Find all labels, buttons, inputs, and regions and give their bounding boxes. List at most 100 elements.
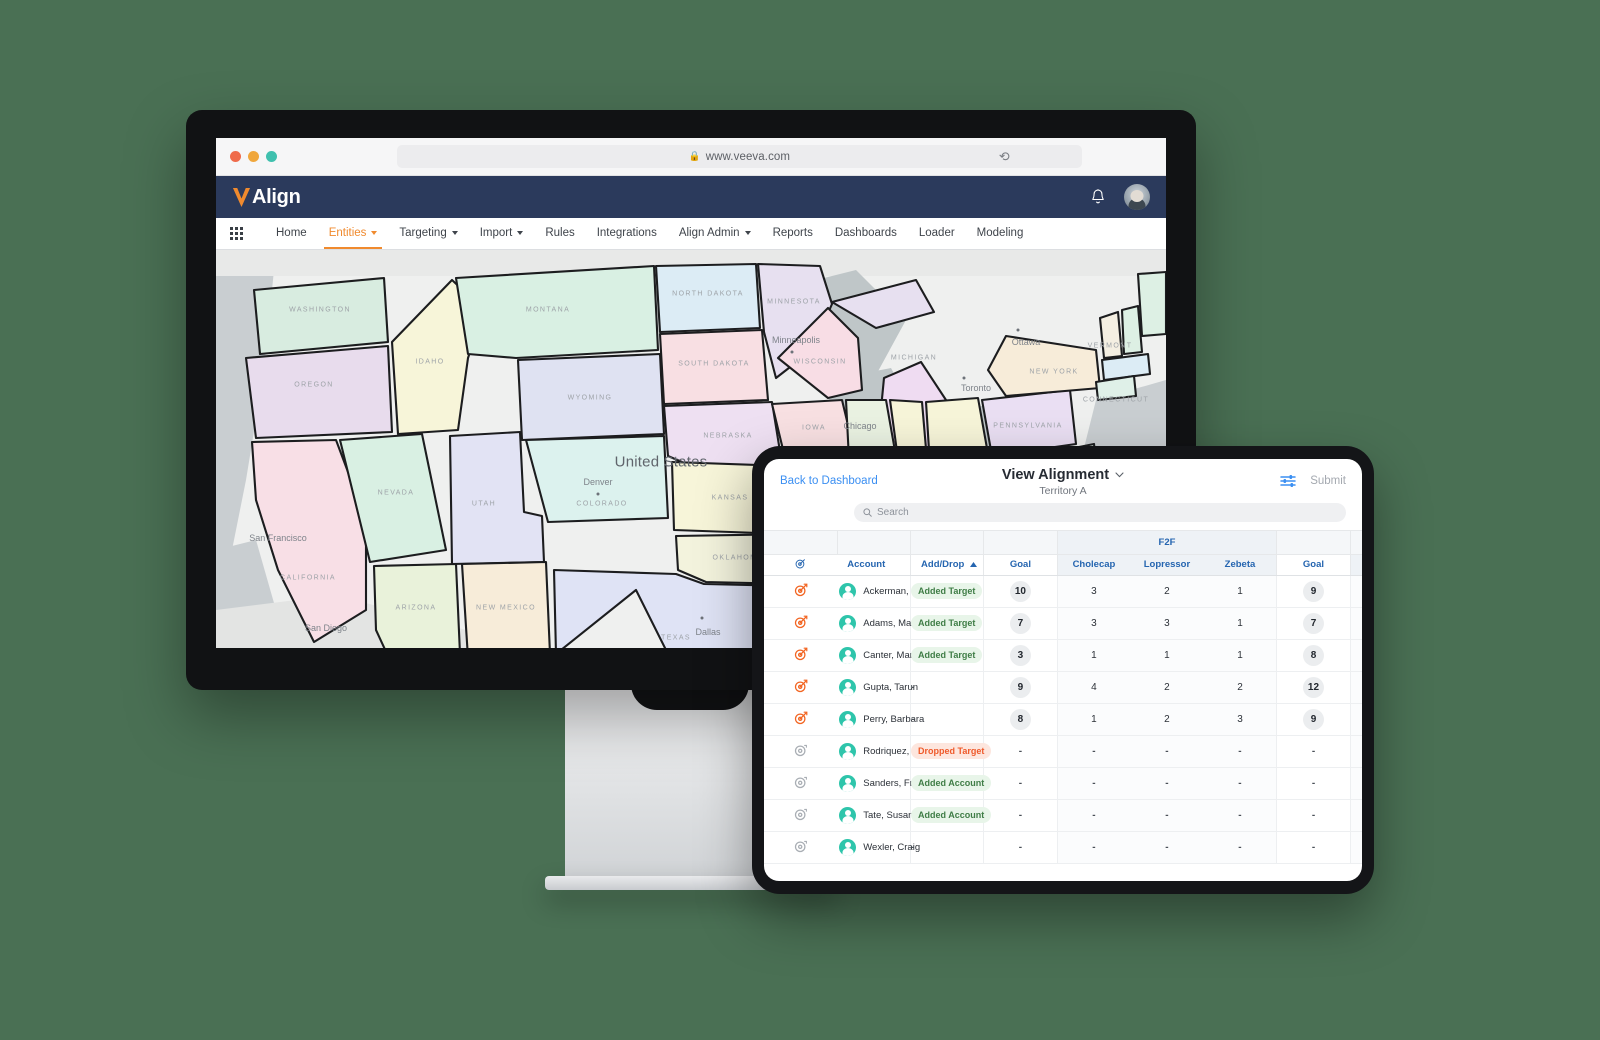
column-header-cholecap[interactable]: Cholecap [1057, 554, 1131, 576]
target-cell[interactable] [764, 831, 838, 864]
nav-item-dashboards[interactable]: Dashboards [824, 219, 908, 248]
avatar [839, 646, 857, 664]
target-icon[interactable] [794, 647, 808, 661]
maximize-window-button[interactable] [266, 151, 277, 162]
submit-button[interactable]: Submit [1310, 475, 1346, 487]
column-header-lopressor[interactable]: Lopressor [1130, 554, 1204, 576]
account-cell[interactable]: Tate, Susan [837, 799, 913, 832]
cholecap-2-cell [1350, 799, 1362, 832]
alignment-table-container[interactable]: F2F Account Add/Drop Goal Cholecap Lopre… [764, 530, 1362, 881]
nav-item-modeling[interactable]: Modeling [966, 219, 1035, 248]
account-cell[interactable]: Rodriquez, Marcus [837, 735, 943, 768]
target-icon[interactable] [794, 743, 808, 757]
add-drop-cell: Added Target [910, 607, 985, 640]
target-cell[interactable] [764, 575, 838, 608]
column-header-goal-1[interactable]: Goal [983, 554, 1058, 576]
table-row[interactable]: Gupta, Tarun -9 4 2 2 12 [764, 671, 1362, 704]
target-cell[interactable] [764, 735, 838, 768]
bell-icon[interactable] [1090, 188, 1106, 206]
account-cell[interactable]: Canter, Mark [837, 639, 918, 672]
search-input[interactable]: Search [854, 503, 1346, 522]
back-to-dashboard-link[interactable]: Back to Dashboard [780, 475, 878, 487]
account-cell[interactable]: Sanders, Frank [837, 767, 928, 800]
target-icon [795, 558, 806, 568]
nav-item-entities[interactable]: Entities [318, 219, 389, 249]
column-header-add-drop[interactable]: Add/Drop [910, 554, 985, 576]
empty-value: - [1311, 745, 1316, 757]
zebeta-cell: 1 [1203, 575, 1278, 608]
group-blank-5 [1276, 531, 1351, 555]
nav-item-align-admin[interactable]: Align Admin [668, 219, 762, 248]
nav-item-targeting[interactable]: Targeting [388, 219, 468, 248]
table-row[interactable]: Adams, Marilyn Added Target 7 3 3 1 7 [764, 607, 1362, 640]
user-avatar[interactable] [1124, 184, 1150, 210]
goal-pill: 9 [1009, 676, 1031, 698]
nav-item-rules[interactable]: Rules [534, 219, 585, 248]
window-traffic-lights[interactable] [230, 151, 277, 162]
cholecap-2-cell [1350, 671, 1362, 704]
minimize-window-button[interactable] [248, 151, 259, 162]
chevron-down-icon[interactable] [1115, 471, 1124, 478]
target-cell[interactable] [764, 703, 838, 736]
align-logo[interactable]: Align [232, 186, 301, 209]
target-cell[interactable] [764, 671, 838, 704]
cholecap-cell: 1 [1057, 703, 1131, 736]
chevron-down-icon [744, 231, 751, 235]
account-name: Canter, Mark [863, 649, 918, 661]
column-header-account[interactable]: Account [837, 554, 912, 576]
table-row[interactable]: Wexler, Craig - - - - - - [764, 831, 1362, 864]
goal-1-cell: - [983, 735, 1058, 768]
table-row[interactable]: Rodriquez, Marcus Dropped Target - - - - - [764, 735, 1362, 768]
target-cell[interactable] [764, 767, 838, 800]
sliders-icon[interactable] [1280, 474, 1296, 488]
target-icon[interactable] [794, 839, 808, 853]
nav-item-import[interactable]: Import [469, 219, 535, 248]
add-drop-cell: - [910, 831, 985, 864]
address-bar[interactable]: 🔒 www.veeva.com ⟳ [397, 145, 1082, 168]
table-row[interactable]: Sanders, Frank Added Account - - - - - [764, 767, 1362, 800]
nav-item-reports[interactable]: Reports [762, 219, 824, 248]
status-badge: Added Target [911, 647, 983, 663]
close-window-button[interactable] [230, 151, 241, 162]
empty-value: - [1092, 809, 1096, 821]
account-cell[interactable]: Perry, Barbara [837, 703, 924, 736]
target-cell[interactable] [764, 799, 838, 832]
target-icon[interactable] [794, 615, 808, 629]
account-cell[interactable]: Ackerman, Clinton [837, 575, 941, 608]
table-row[interactable]: Ackerman, Clinton Added Target 10 3 2 1 9 [764, 575, 1362, 608]
empty-value: - [1092, 841, 1096, 853]
lopressor-cell: 2 [1130, 703, 1204, 736]
empty-value: - [1092, 777, 1096, 789]
avatar [839, 742, 857, 760]
account-cell[interactable]: Adams, Marilyn [837, 607, 929, 640]
target-icon[interactable] [794, 679, 808, 693]
target-icon[interactable] [794, 775, 808, 789]
nav-item-loader[interactable]: Loader [908, 219, 966, 248]
app-grid-icon[interactable] [230, 227, 243, 240]
reload-icon[interactable]: ⟳ [999, 149, 1010, 165]
column-header-cholecap-2[interactable]: C [1350, 554, 1362, 576]
table-row[interactable]: Perry, Barbara - 8 1 2 3 9 [764, 703, 1362, 736]
nav-item-home[interactable]: Home [265, 219, 318, 248]
table-row[interactable]: Canter, Mark Added Target 3 1 1 1 8 [764, 639, 1362, 672]
target-icon[interactable] [794, 711, 808, 725]
target-icon[interactable] [794, 583, 808, 597]
column-header-zebeta[interactable]: Zebeta [1203, 554, 1278, 576]
lock-icon: 🔒 [688, 151, 701, 162]
page-title[interactable]: View Alignment [1002, 467, 1124, 483]
map-city-dot [1016, 328, 1020, 332]
table-row[interactable]: Tate, Susan Added Account - - - - - [764, 799, 1362, 832]
target-cell[interactable] [764, 607, 838, 640]
goal-2-cell: 7 [1276, 607, 1351, 640]
account-cell[interactable]: Gupta, Tarun [837, 671, 918, 704]
goal-pill: 9 [1302, 708, 1324, 730]
target-icon[interactable] [794, 807, 808, 821]
alignment-header: Back to Dashboard View Alignment Territo… [764, 459, 1362, 503]
nav-item-integrations[interactable]: Integrations [586, 219, 668, 248]
account-cell[interactable]: Wexler, Craig [837, 831, 920, 864]
sort-asc-icon[interactable] [969, 562, 977, 567]
add-drop-cell: Added Target [910, 575, 985, 608]
goal-pill: 3 [1009, 644, 1031, 666]
column-header-goal-2[interactable]: Goal [1276, 554, 1351, 576]
target-cell[interactable] [764, 639, 838, 672]
